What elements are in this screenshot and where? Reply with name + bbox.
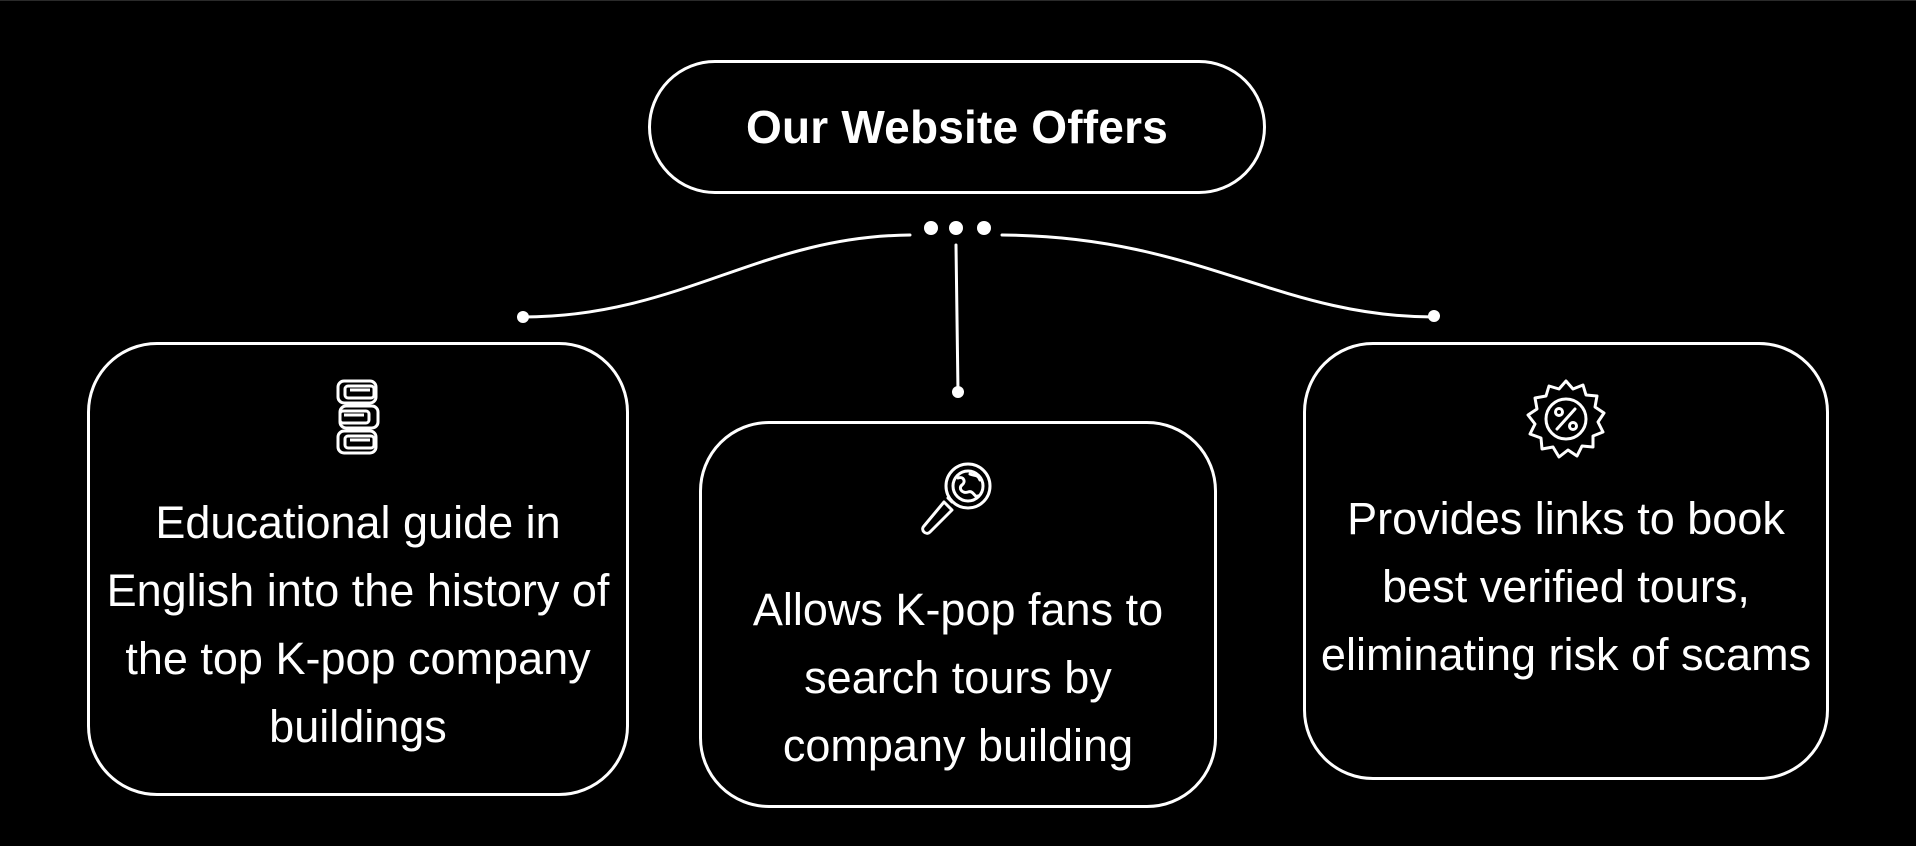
title-pill: Our Website Offers xyxy=(648,60,1266,194)
connector-left xyxy=(521,233,912,319)
connector-right xyxy=(1000,233,1436,319)
card-text: Educational guide in English into the hi… xyxy=(106,497,610,752)
connector-end-dot xyxy=(517,311,529,323)
discount-badge-icon xyxy=(1526,379,1606,459)
diagram-title: Our Website Offers xyxy=(746,101,1168,153)
card-verified-tours: Provides links to book best verified tou… xyxy=(1303,342,1829,780)
ellipsis-dot xyxy=(924,221,938,235)
ellipsis-dot xyxy=(977,221,991,235)
card-educational-guide: Educational guide in English into the hi… xyxy=(87,342,629,796)
card-search-tours: Allows K-pop fans to search tours by com… xyxy=(699,421,1217,808)
ellipsis-dot xyxy=(949,221,963,235)
connector-end-dot xyxy=(952,386,964,398)
card-text: Allows K-pop fans to search tours by com… xyxy=(752,584,1164,771)
globe-magnifier-icon xyxy=(921,462,992,535)
card-text: Provides links to book best verified tou… xyxy=(1320,493,1812,680)
connector-end-dot xyxy=(1428,310,1440,322)
connector-center xyxy=(954,243,960,394)
books-icon xyxy=(336,379,380,455)
